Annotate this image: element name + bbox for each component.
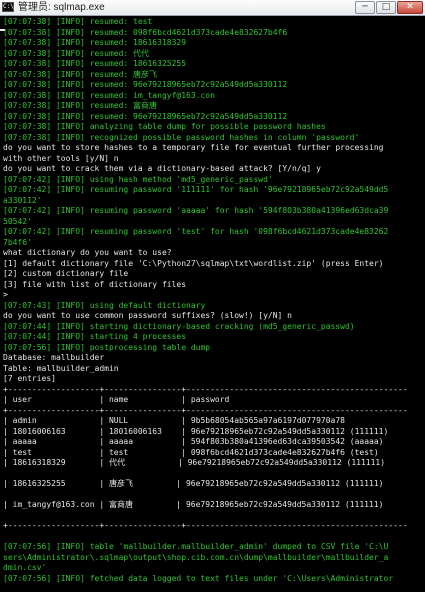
console-line: >: [3, 290, 8, 299]
console-line: 7b4f6': [3, 237, 32, 247]
console-line: | aaaaa | aaaaa | 594f803b380a41396ed63d…: [3, 437, 384, 446]
console-app-icon[interactable]: C:\: [2, 2, 14, 12]
title-bar[interactable]: C:\ 管理员: sqlmap.exe ─ □ ✕: [0, 0, 425, 16]
minimize-button[interactable]: ─: [355, 1, 375, 14]
console-line: +-------------------+----------------+--…: [3, 405, 408, 415]
console-line: | user | name | password: [3, 395, 230, 404]
console-line: [07:07:42] [INFO] using hash method 'md5…: [3, 174, 273, 184]
console-output[interactable]: [07:07:38] [INFO] resumed: test [07:07:38…: [0, 16, 425, 592]
console-line: [07:07:42] [INFO] resuming password 'tes…: [3, 227, 389, 236]
console-line: [07:07:42] [INFO] resuming password 'aaa…: [3, 206, 389, 215]
console-line: [07:07:38] [INFO] resumed: test: [3, 17, 153, 26]
console-line: | 18616325255 | 唐彦飞 | 96e79218965eb72c92…: [3, 479, 384, 488]
console-line: [07:07:38] [INFO] resumed: im_tangyf@163…: [3, 90, 215, 100]
console-line: [07:07:38] [INFO] resumed: 18616318329: [3, 38, 187, 47]
console-line: +-------------------+----------------+--…: [3, 521, 408, 530]
console-line: | im_tangyf@163.con | 富商唐 | 96e79218965e…: [3, 500, 384, 509]
console-line: [07:07:38] [INFO] resumed: 96e79218965eb…: [3, 80, 288, 89]
window-controls: ─ □ ✕: [355, 1, 423, 14]
console-line: [07:07:38] [INFO] resumed: 唐彦飞: [3, 69, 158, 79]
console-line: [07:07:38] [INFO] resumed: 96e79218965eb…: [3, 111, 288, 121]
console-line: | 18616318329 | 代代 | 96e79218965eb72c92a…: [3, 458, 386, 467]
console-line: | test | test | 098f6bcd4621d373cade4e83…: [3, 447, 379, 457]
console-line: [07:07:42] [INFO] resuming password '111…: [3, 185, 389, 194]
console-window: C:\ 管理员: sqlmap.exe ─ □ ✕ [07:07:38] [IN…: [0, 0, 425, 592]
console-line: [7 entries]: [3, 374, 56, 383]
console-line: [07:07:38] [INFO] analyzing table dump f…: [3, 122, 326, 131]
console-line: [07:07:44] [INFO] starting dictionary-ba…: [3, 321, 355, 331]
console-line: [07:07:44] [INFO] starting 4 processes: [3, 332, 187, 341]
console-line: what dictionary do you want to use?: [3, 248, 172, 257]
console-line: | 18016006163 | 18016006163 | 96e7921896…: [3, 426, 389, 436]
console-line: [07:07:56] [INFO] table 'mallbuilder.mal…: [3, 542, 389, 551]
console-line: with other tools [y/N] n: [3, 153, 119, 163]
window-title: 管理员: sqlmap.exe: [18, 2, 105, 13]
console-line: [1] default dictionary file 'C:\Python27…: [3, 258, 384, 268]
console-line: [07:07:38] [INFO] resumed: 098f6bcd4621d…: [3, 27, 288, 37]
console-line: [3] file with list of dictionary files: [3, 279, 187, 289]
console-line: [07:07:38] [INFO] resumed: 富商唐: [3, 101, 158, 110]
console-line: [07:07:56] [INFO] postprocessing table d…: [3, 342, 211, 352]
console-line: a330112': [3, 195, 42, 205]
maximize-button[interactable]: □: [376, 1, 396, 14]
console-line: | admin | NULL | 9b5b68054ab565a97a6197d…: [3, 416, 345, 425]
console-line: Database: mallbuilder: [3, 353, 105, 362]
console-line: +-------------------+----------------+--…: [3, 384, 408, 394]
close-button[interactable]: ✕: [397, 1, 423, 14]
console-line: [07:07:38] [INFO] resumed: 代代: [3, 48, 150, 58]
console-line: do you want to use common password suffi…: [3, 311, 292, 320]
console-line: [07:07:38] [INFO] resumed: 18616325255: [3, 59, 187, 68]
console-line: dmin.csv': [3, 563, 47, 572]
console-line: Table: mallbuilder_admin: [3, 363, 119, 373]
console-line: [07:07:56] [INFO] fetched data logged to…: [3, 573, 394, 583]
console-line: sers\Administrator\.sqlmap\output\shop.c…: [3, 552, 389, 562]
console-line: do you want to crack them via a dictiona…: [3, 164, 321, 173]
console-line: do you want to store hashes to a tempora…: [3, 143, 384, 152]
console-line: [07:07:38] [INFO] recognized possible pa…: [3, 132, 360, 142]
console-line: 50542': [3, 216, 32, 226]
console-line: [2] custom dictionary file: [3, 269, 129, 278]
console-line: [07:07:43] [INFO] using default dictiona…: [3, 300, 206, 310]
